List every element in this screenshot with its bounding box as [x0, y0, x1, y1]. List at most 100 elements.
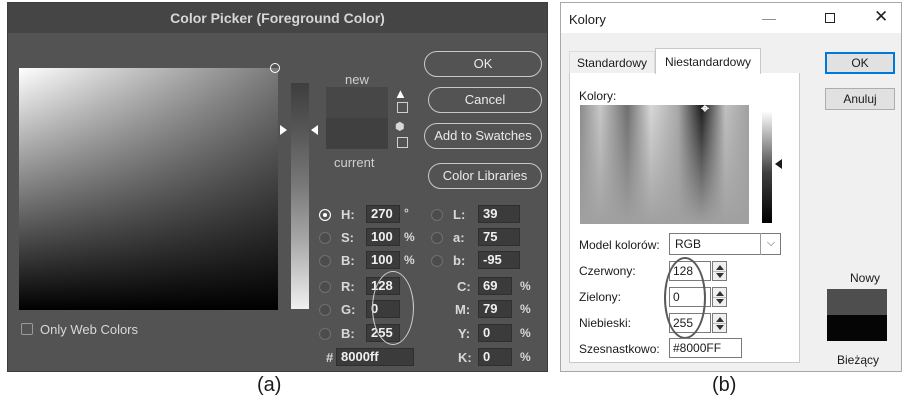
current-color-label: current [334, 155, 375, 170]
rgb-highlight-ellipse [664, 257, 706, 339]
hue-input[interactable]: 270 [366, 205, 400, 223]
yellow-label: Y: [458, 326, 471, 341]
current-color-swatch [827, 315, 887, 341]
cancel-button[interactable]: Cancel [428, 87, 542, 113]
color-spectrum-field[interactable] [580, 105, 749, 224]
blue-label: Niebieski: [579, 316, 632, 330]
saturation-input[interactable]: 100 [366, 228, 400, 246]
brightness-label: B: [341, 253, 355, 268]
colors-label: Kolory: [579, 89, 617, 103]
green-label: Zielony: [579, 290, 622, 304]
gamut-warning-swatch[interactable] [397, 102, 408, 113]
red-label: Czerwony: [579, 264, 636, 278]
lab-l-input[interactable]: 39 [478, 205, 520, 223]
spin-up-icon[interactable] [716, 265, 724, 270]
photoshop-color-picker-dialog: Color Picker (Foreground Color) new curr… [7, 2, 548, 372]
color-field-cursor[interactable] [270, 63, 280, 73]
luminance-arrow-icon[interactable] [775, 159, 782, 169]
minimize-icon[interactable]: — [762, 10, 776, 26]
spin-down-icon[interactable] [716, 273, 724, 278]
radio-lab-a[interactable] [431, 232, 443, 244]
chevron-down-icon[interactable]: ⌵ [760, 233, 781, 255]
tab-custom[interactable]: Niestandardowy [655, 48, 761, 74]
new-color-swatch [326, 87, 388, 118]
caption-a: (a) [257, 374, 282, 396]
lab-b-input[interactable]: -95 [478, 251, 520, 269]
new-color-swatch [827, 289, 887, 315]
radio-brightness[interactable] [319, 255, 331, 267]
black-unit: % [520, 350, 531, 364]
radio-blue[interactable] [319, 328, 331, 340]
hex-input[interactable]: 8000ff [336, 348, 414, 366]
only-web-colors-label: Only Web Colors [40, 322, 139, 337]
red-spinner[interactable] [712, 261, 727, 281]
saturation-label: S: [341, 230, 354, 245]
close-icon[interactable]: ✕ [874, 7, 888, 27]
dialog-title: Color Picker (Foreground Color) [8, 3, 547, 33]
blue-spinner[interactable] [712, 313, 727, 333]
hue-slider[interactable] [291, 83, 309, 309]
magenta-unit: % [520, 302, 531, 316]
lab-a-label: a: [453, 230, 465, 245]
color-libraries-button[interactable]: Color Libraries [428, 163, 542, 189]
magenta-label: M: [455, 302, 471, 317]
only-web-colors-checkbox[interactable] [21, 323, 33, 335]
blue-label: B: [341, 326, 355, 341]
dialog-title: Kolory [569, 12, 606, 27]
radio-red[interactable] [319, 281, 331, 293]
maximize-icon[interactable] [825, 13, 835, 23]
green-spinner[interactable] [712, 287, 727, 307]
current-color-label: Bieżący [837, 353, 880, 367]
hue-label: H: [341, 207, 355, 222]
radio-saturation[interactable] [319, 232, 331, 244]
spin-up-icon[interactable] [716, 317, 724, 322]
caption-b: (b) [712, 374, 737, 396]
spin-down-icon[interactable] [716, 299, 724, 304]
radio-green[interactable] [319, 304, 331, 316]
green-label: G: [341, 302, 356, 317]
saturation-unit: % [404, 230, 415, 244]
yellow-unit: % [520, 326, 531, 340]
radio-hue[interactable] [319, 209, 331, 221]
crosshair-icon[interactable]: ⌖ [698, 101, 712, 115]
tab-standard[interactable]: Standardowy [569, 51, 655, 73]
cancel-button[interactable]: Anuluj [825, 88, 895, 110]
hex-label: Szesnastkowo: [579, 342, 660, 356]
color-field[interactable] [19, 68, 278, 310]
spin-down-icon[interactable] [716, 325, 724, 330]
brightness-input[interactable]: 100 [366, 251, 400, 269]
hue-slider-left-arrow-icon[interactable] [280, 125, 287, 135]
current-color-swatch[interactable] [326, 118, 388, 149]
hue-slider-right-arrow-icon[interactable] [311, 125, 318, 135]
spin-up-icon[interactable] [716, 291, 724, 296]
black-input[interactable]: 0 [478, 348, 512, 366]
magenta-input[interactable]: 79 [478, 300, 512, 318]
luminance-slider[interactable] [762, 111, 772, 223]
color-model-label: Model kolorów: [579, 238, 660, 252]
title-bar [561, 3, 901, 33]
cyan-input[interactable]: 69 [478, 277, 512, 295]
black-label: K: [458, 350, 472, 365]
cyan-unit: % [520, 279, 531, 293]
web-safe-swatch[interactable] [397, 137, 408, 148]
cube-icon[interactable]: ⬢ [395, 122, 405, 133]
brightness-unit: % [404, 253, 415, 267]
windows-color-dialog: Kolory — ✕ Standardowy Niestandardowy Ko… [560, 2, 902, 372]
radio-lab-b[interactable] [431, 255, 443, 267]
new-color-label: Nowy [850, 271, 881, 285]
ok-button[interactable]: OK [424, 51, 542, 77]
add-to-swatches-button[interactable]: Add to Swatches [424, 123, 542, 149]
hue-unit: ° [404, 206, 409, 220]
ok-button[interactable]: OK [825, 52, 895, 74]
rgb-highlight-ellipse [372, 271, 414, 345]
lab-l-label: L: [453, 207, 466, 222]
lab-a-input[interactable]: 75 [478, 228, 520, 246]
yellow-input[interactable]: 0 [478, 324, 512, 342]
red-label: R: [341, 279, 355, 294]
hex-label: # [326, 350, 334, 365]
lab-b-label: b: [453, 253, 466, 268]
radio-lightness[interactable] [431, 209, 443, 221]
cyan-label: C: [457, 279, 471, 294]
warning-triangle-icon[interactable]: ▲ [394, 87, 407, 100]
hex-input[interactable]: #8000FF [669, 338, 742, 358]
